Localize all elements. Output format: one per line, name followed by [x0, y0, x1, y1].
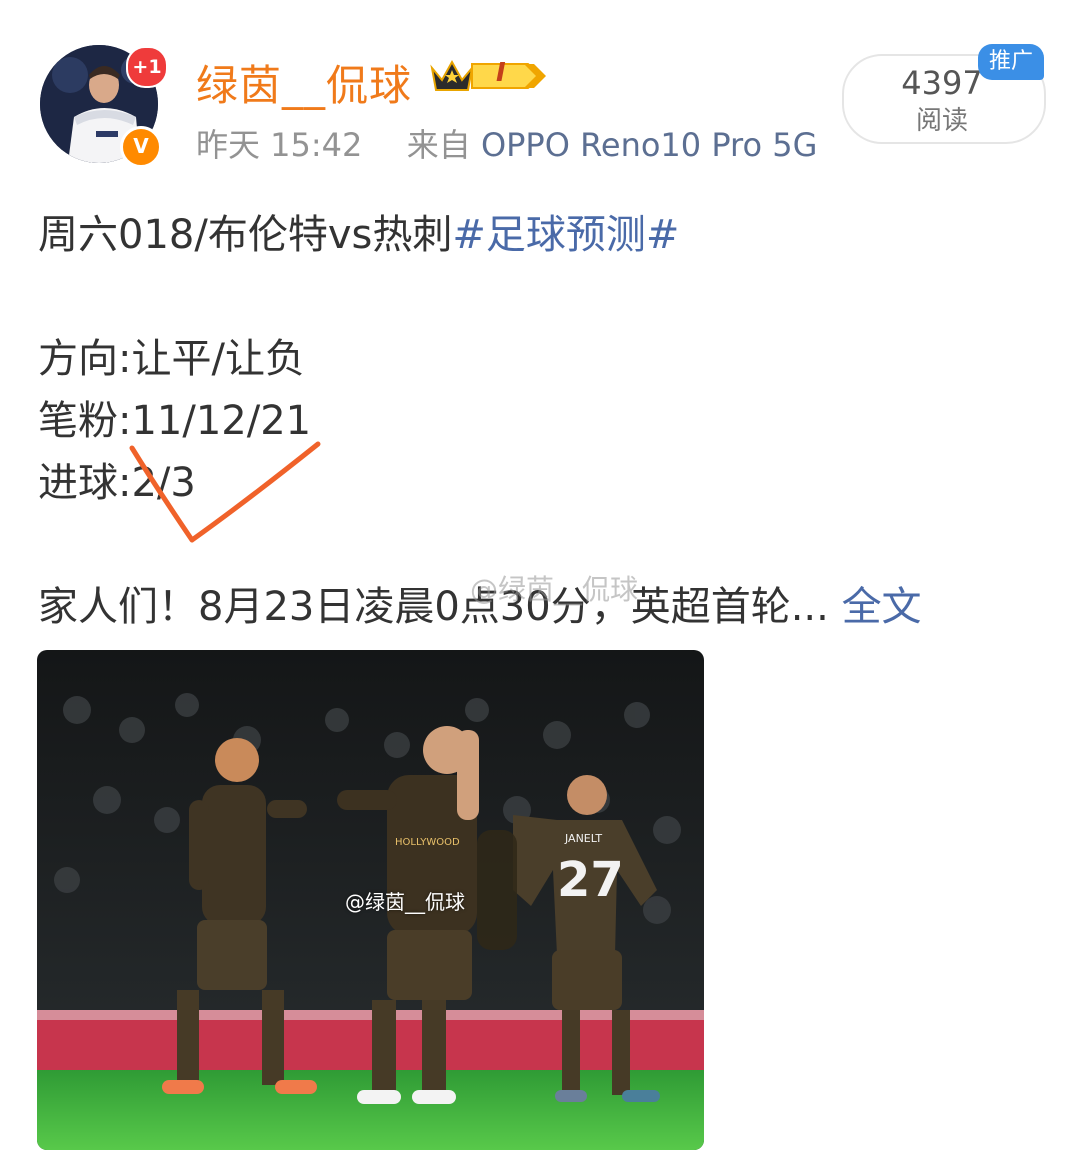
shirt-name: JANELT [564, 832, 602, 845]
post-time: 昨天 15:42 [196, 126, 363, 164]
crown-icon [430, 59, 546, 91]
level-badge: I [428, 56, 548, 96]
notification-badge: +1 [126, 46, 168, 88]
check-mark-icon [129, 441, 321, 543]
shirt-number: 27 [557, 852, 624, 908]
promote-tag[interactable]: 推广 [978, 44, 1044, 80]
post-excerpt: 家人们！8月23日凌晨0点30分，英超首轮... [38, 584, 829, 630]
source-prefix: 来自 [406, 126, 471, 164]
device-name[interactable]: OPPO Reno10 Pro 5G [481, 126, 817, 164]
post-title: 周六018/布伦特vs热刺 [38, 212, 453, 258]
author-name[interactable]: 绿茵__侃球 [196, 52, 412, 113]
direction-line: 方向:让平/让负 [38, 336, 305, 382]
read-more-link[interactable]: 全文 [842, 584, 922, 630]
image-watermark: @绿茵__侃球 [345, 890, 465, 914]
shirt-sponsor: HOLLYWOOD [395, 837, 460, 848]
text-watermark: @绿茵__侃球 [470, 573, 639, 606]
hashtag-link[interactable]: #足球预测# [452, 212, 679, 258]
post-title-line: 周六018/布伦特vs热刺#足球预测# [38, 202, 679, 260]
verified-icon: V [120, 126, 162, 168]
pen-fans-line: 笔粉:11/12/21 [38, 398, 312, 444]
read-label: 阅读 [915, 106, 968, 136]
post-meta: 昨天 15:42 来自 OPPO Reno10 Pro 5G [196, 120, 817, 166]
level-number: I [496, 58, 506, 88]
